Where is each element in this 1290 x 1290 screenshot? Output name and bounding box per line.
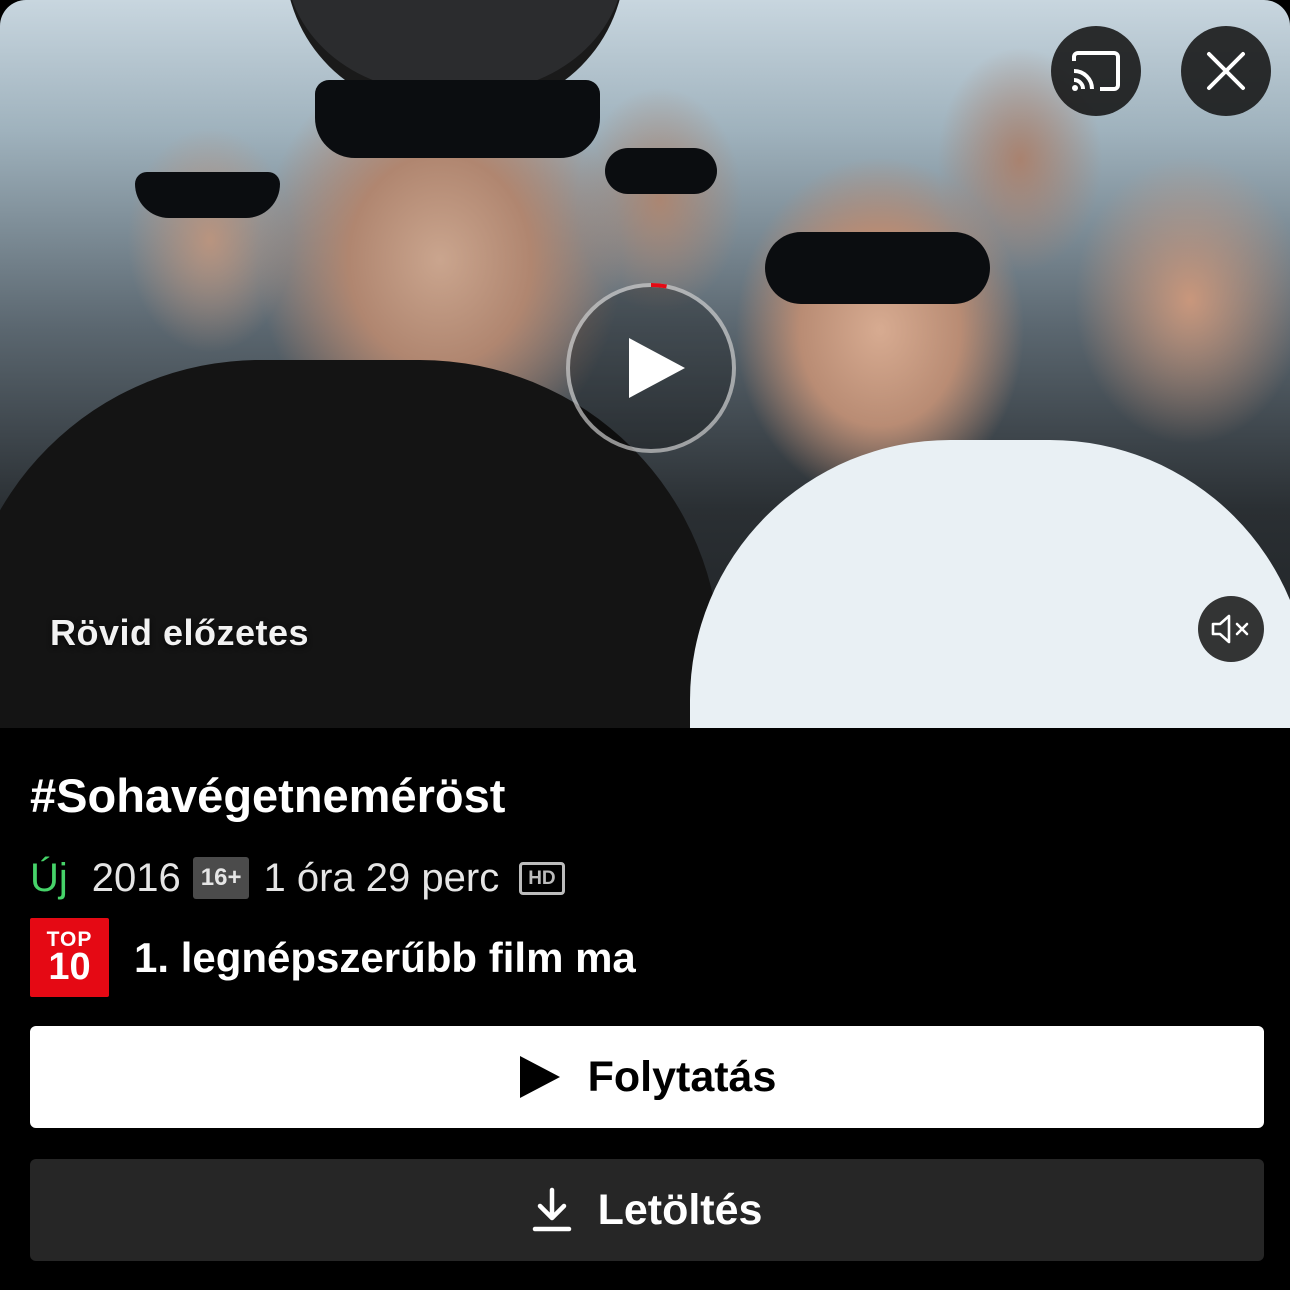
trailer-progress-ring [650, 283, 667, 289]
hd-badge: HD [519, 861, 565, 895]
download-button-label: Letöltés [597, 1185, 763, 1234]
play-icon [519, 1056, 560, 1098]
new-label: Új [30, 855, 68, 900]
metadata-row: Új 2016 16+ 1 óra 29 perc HD [30, 852, 565, 904]
sunglasses-shape [605, 148, 717, 194]
close-button[interactable] [1181, 26, 1271, 116]
sunglasses-shape [315, 80, 600, 158]
cast-button[interactable] [1051, 26, 1141, 116]
close-icon [1207, 52, 1245, 90]
sunglasses-shape [135, 172, 280, 218]
cast-icon [1072, 51, 1120, 91]
top10-badge-number: 10 [48, 946, 91, 988]
mute-toggle-button[interactable] [1198, 596, 1264, 662]
continue-button-label: Folytatás [587, 1052, 777, 1101]
top10-ranking-text: 1. legnépszerűbb film ma [134, 933, 636, 981]
title: #Sohavégetneméröst [30, 769, 506, 822]
release-year: 2016 [91, 855, 181, 900]
sunglasses-shape [765, 232, 990, 304]
trailer-preview[interactable]: Rövid előzetes [0, 0, 1290, 728]
top10-row: TOP 10 1. legnépszerűbb film ma [30, 918, 636, 997]
download-icon [532, 1187, 571, 1232]
download-button[interactable]: Letöltés [30, 1159, 1264, 1261]
progress-arc [650, 283, 667, 289]
white-shirt-shape [690, 440, 1290, 728]
continue-button[interactable]: Folytatás [30, 1026, 1264, 1128]
duration: 1 óra 29 perc [263, 855, 500, 900]
maturity-rating-badge: 16+ [192, 857, 250, 899]
volume-muted-icon [1211, 614, 1249, 644]
preview-label: Rövid előzetes [50, 612, 310, 653]
top10-badge: TOP 10 [30, 918, 109, 997]
